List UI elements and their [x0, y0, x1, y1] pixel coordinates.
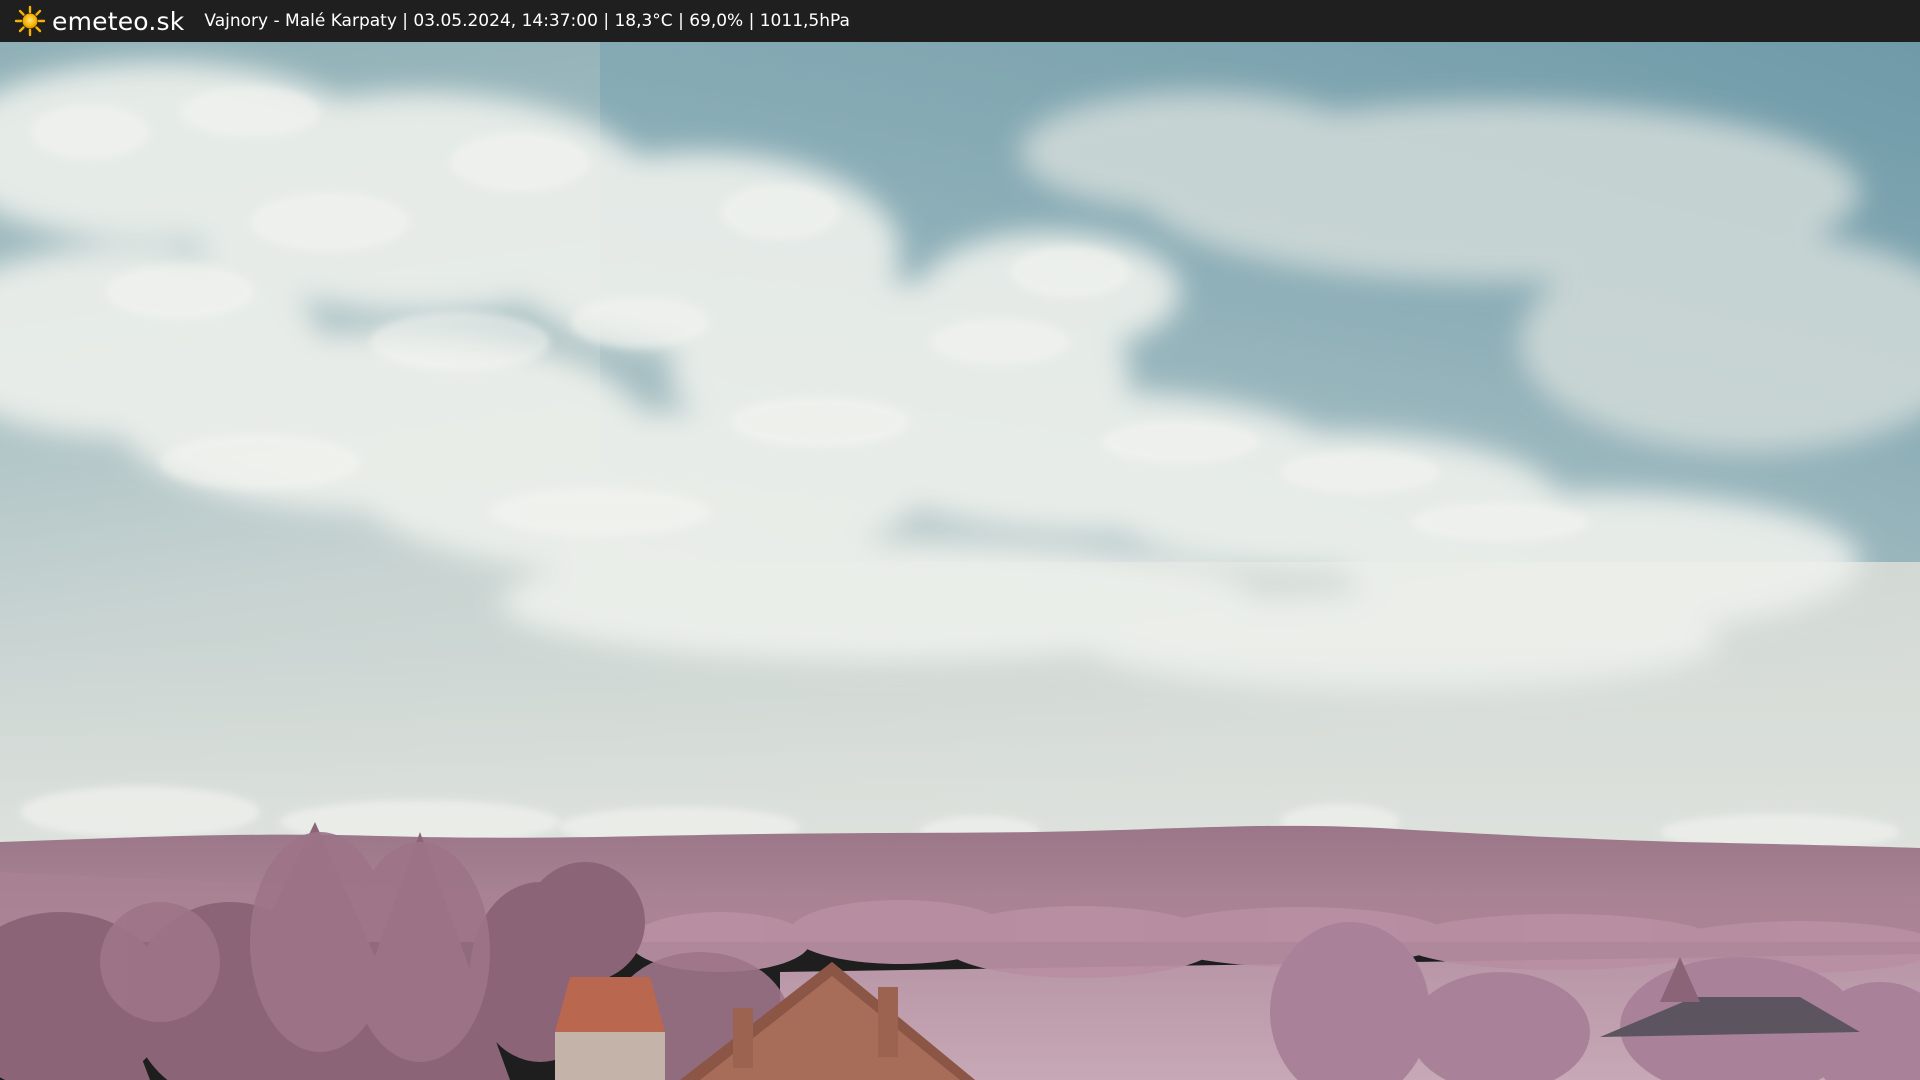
- brand-name: emeteo.sk: [52, 6, 185, 36]
- webcam-viewer: emeteo.sk Vajnory - Malé Karpaty | 03.05…: [0, 0, 1920, 1080]
- sun-icon: [14, 5, 46, 37]
- brand-logo[interactable]: emeteo.sk: [14, 0, 184, 42]
- weather-caption: Vajnory - Malé Karpaty | 03.05.2024, 14:…: [204, 11, 850, 31]
- caption-bar: emeteo.sk Vajnory - Malé Karpaty | 03.05…: [0, 0, 1920, 42]
- webcam-image: [0, 42, 1920, 1080]
